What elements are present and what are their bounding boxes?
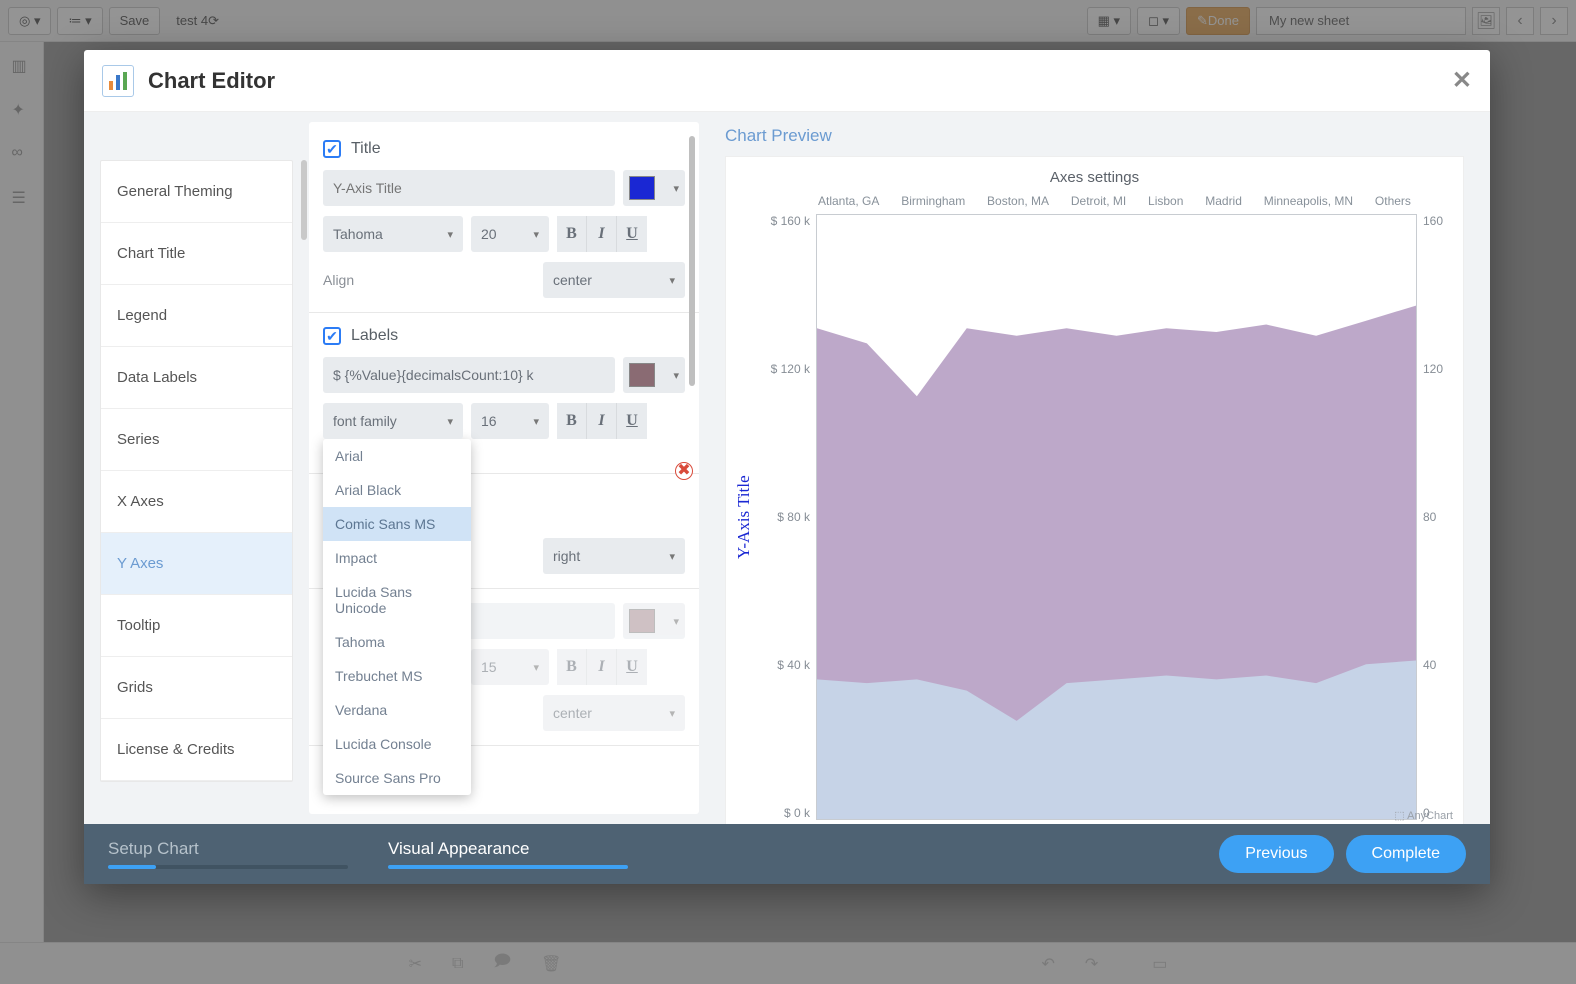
font-option-arial[interactable]: Arial [323,439,471,473]
title-font-select[interactable]: Tahoma▾ [323,216,463,252]
labels-underline-button[interactable]: U [617,403,647,439]
chart-categories: Atlanta, GA Birmingham Boston, MA Detroi… [818,194,1411,208]
labels-font-select[interactable]: font family▾ [323,403,463,439]
tab-data-labels[interactable]: Data Labels [101,347,292,409]
tab-general-theming[interactable]: General Theming [101,161,292,223]
title-color-swatch [629,176,655,200]
chart-plot-area [816,214,1417,820]
labels-checkbox[interactable]: ✔ [323,327,341,345]
font-option-arial-black[interactable]: Arial Black [323,473,471,507]
labels-color-swatch [629,363,655,387]
tab-series[interactable]: Series [101,409,292,471]
font-option-trebuchet[interactable]: Trebuchet MS [323,659,471,693]
title-underline-button[interactable]: U [617,216,647,252]
disabled-color-swatch [629,609,655,633]
y-right-ticks: 160 120 80 40 0 [1417,214,1455,820]
title-size-select[interactable]: 20▾ [471,216,549,252]
title-section-header: ✔ Title [323,140,685,158]
title-color-picker[interactable]: ▾ [623,170,685,206]
labels-size-select[interactable]: 16▾ [471,403,549,439]
font-family-dropdown: Arial Arial Black Comic Sans MS Impact L… [323,439,471,795]
complete-button[interactable]: Complete [1346,835,1466,873]
modal-close-button[interactable]: ✕ [1452,66,1472,95]
step-visual-appearance[interactable]: Visual Appearance [388,839,628,869]
preview-panel: Chart Preview Axes settings Atlanta, GA … [699,112,1490,824]
disabled-align-select: center▾ [543,695,685,731]
chart-title: Axes settings [734,169,1455,186]
tab-tooltip[interactable]: Tooltip [101,595,292,657]
y-left-ticks: $ 160 k $ 120 k $ 80 k $ 40 k $ 0 k [758,214,816,820]
modal-footer: Setup Chart Visual Appearance Previous C… [84,824,1490,884]
labels-section-label: Labels [351,327,398,345]
font-option-verdana[interactable]: Verdana [323,693,471,727]
delete-axis-button[interactable]: ✖ [675,462,693,480]
labels-section-header: ✔ Labels [323,327,685,345]
labels-italic-button[interactable]: I [587,403,617,439]
labels-format-input[interactable] [323,357,615,393]
y-axis-title-input[interactable] [323,170,615,206]
font-option-source-sans[interactable]: Source Sans Pro [323,761,471,795]
title-align-select[interactable]: center▾ [543,262,685,298]
step-setup-chart[interactable]: Setup Chart [108,839,348,869]
chart-preview: Axes settings Atlanta, GA Birmingham Bos… [725,156,1464,824]
modal-header: Chart Editor ✕ [84,50,1490,112]
font-option-tahoma[interactable]: Tahoma [323,625,471,659]
chart-credit: ⬚ AnyChart [1394,809,1453,822]
side-tabs: General Theming Chart Title Legend Data … [100,160,293,782]
font-option-comic-sans[interactable]: Comic Sans MS [323,507,471,541]
font-option-lucida-console[interactable]: Lucida Console [323,727,471,761]
preview-heading: Chart Preview [725,126,1464,146]
y-axes-form: ✔ Title ▾ Tahoma▾ 20▾ B I U Al [309,122,699,814]
disabled-underline-button: U [617,649,647,685]
title-align-label: Align [323,272,535,288]
labels-color-picker[interactable]: ▾ [623,357,685,393]
disabled-bold-button: B [557,649,587,685]
modal-title: Chart Editor [148,68,275,94]
tab-x-axes[interactable]: X Axes [101,471,292,533]
tab-y-axes[interactable]: Y Axes [101,533,292,595]
font-option-lucida-sans[interactable]: Lucida Sans Unicode [323,575,471,625]
previous-button[interactable]: Previous [1219,835,1333,873]
title-italic-button[interactable]: I [587,216,617,252]
chart-editor-modal: Chart Editor ✕ General Theming Chart Tit… [84,50,1490,884]
font-option-impact[interactable]: Impact [323,541,471,575]
tab-legend[interactable]: Legend [101,285,292,347]
tab-chart-title[interactable]: Chart Title [101,223,292,285]
chart-editor-logo [102,65,134,97]
disabled-color-picker: ▾ [623,603,685,639]
tab-license-credits[interactable]: License & Credits [101,719,292,781]
disabled-size-select: 15▾ [471,649,549,685]
y-axis-title-label: Y-Axis Title [734,214,754,820]
hidden-align-select[interactable]: right▾ [543,538,685,574]
tab-grids[interactable]: Grids [101,657,292,719]
title-bold-button[interactable]: B [557,216,587,252]
disabled-italic-button: I [587,649,617,685]
labels-bold-button[interactable]: B [557,403,587,439]
title-section-label: Title [351,140,381,158]
title-checkbox[interactable]: ✔ [323,140,341,158]
